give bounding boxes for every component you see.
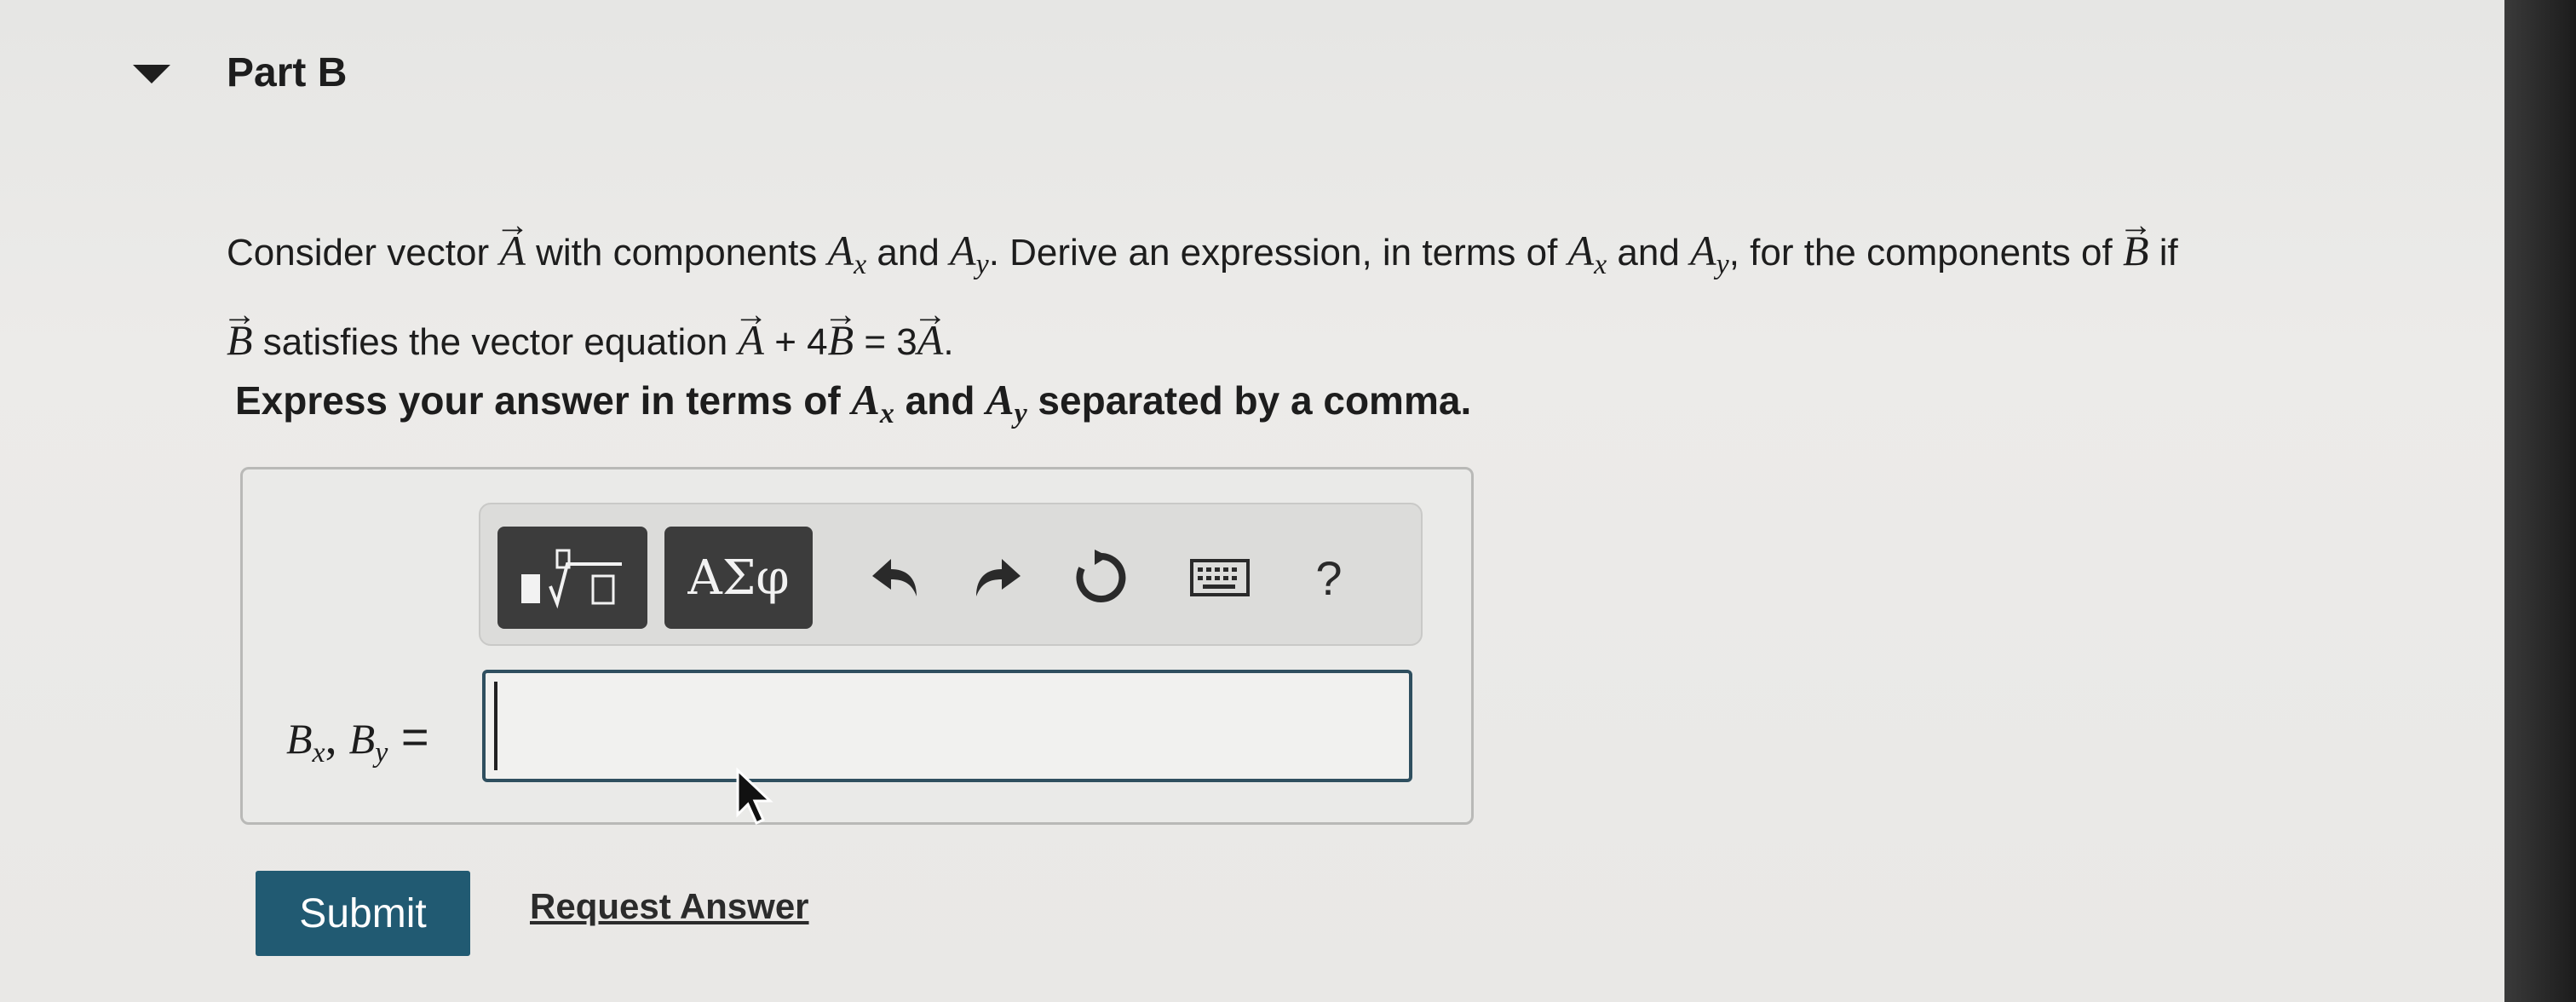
vector-b: B (2123, 213, 2149, 288)
math-toolbar: ΑΣφ ? (479, 503, 1423, 646)
keyboard-icon[interactable] (1184, 542, 1256, 613)
mouse-pointer-icon (736, 767, 773, 826)
templates-icon (521, 549, 622, 609)
answer-instruction: Express your answer in terms of Ax and A… (235, 376, 1472, 429)
screen-bezel (2504, 0, 2576, 1002)
vector-a: A (499, 213, 526, 288)
answer-label: Bx, By = (286, 710, 429, 769)
collapse-caret-icon[interactable] (133, 65, 170, 84)
help-button[interactable]: ? (1293, 542, 1365, 613)
templates-button[interactable] (497, 527, 647, 629)
undo-icon[interactable] (859, 542, 930, 613)
reset-icon[interactable] (1065, 542, 1136, 613)
question-text: Consider vector A with components Ax and… (227, 213, 2407, 380)
part-title: Part B (227, 50, 348, 95)
submit-button[interactable]: Submit (256, 871, 470, 956)
text-caret (494, 682, 497, 770)
symbols-button[interactable]: ΑΣφ (664, 527, 813, 629)
redo-icon[interactable] (963, 542, 1034, 613)
request-answer-link[interactable]: Request Answer (530, 886, 809, 927)
answer-input[interactable] (482, 670, 1412, 782)
answer-text-field[interactable] (486, 673, 1409, 779)
